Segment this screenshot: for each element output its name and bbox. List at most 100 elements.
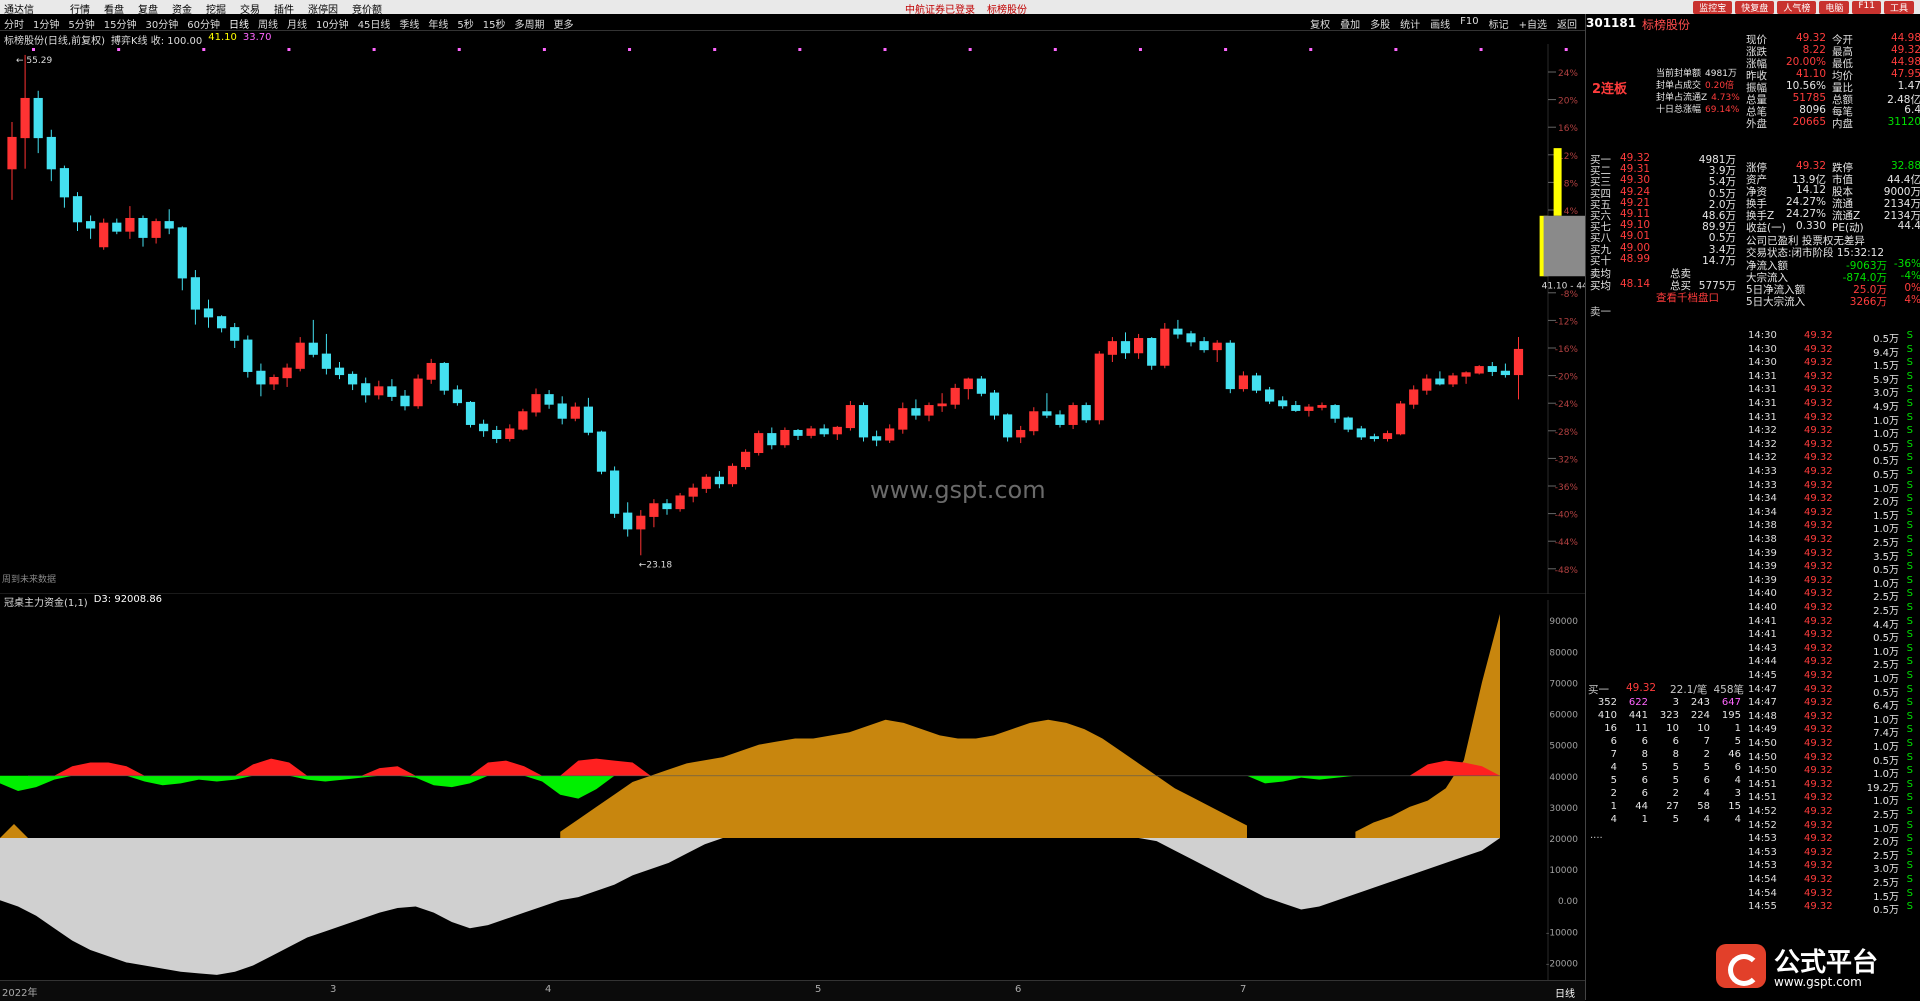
tick-price: 49.32 (1804, 846, 1833, 858)
flow-label: 5日大宗流入 (1746, 296, 1806, 308)
period-tab[interactable]: 多周期 (515, 16, 545, 31)
period-tab[interactable]: 60分钟 (187, 16, 220, 31)
candle-body (1173, 328, 1183, 335)
tick-price: 49.32 (1804, 574, 1833, 586)
indicator-axis-label: 90000 (1549, 617, 1578, 627)
top-tab[interactable]: 监控宝 (1693, 1, 1733, 14)
capital-flow-chart[interactable]: 90000 80000 70000 60000 50000 40000 30000 20000… (0, 600, 1585, 980)
tool-button[interactable]: 复权 (1310, 16, 1330, 31)
top-tab[interactable]: 人气榜 (1777, 1, 1817, 14)
period-tab[interactable]: 10分钟 (316, 16, 349, 31)
tick-time: 14:31 (1748, 370, 1777, 382)
tick-time: 14:53 (1748, 833, 1777, 845)
top-tab[interactable]: 快复盘 (1735, 1, 1775, 14)
period-tab[interactable]: 15秒 (483, 16, 506, 31)
tool-button[interactable]: F10 (1460, 16, 1478, 31)
fund-value: 44.4 (1897, 220, 1920, 232)
queue-cell: 10 (1697, 723, 1710, 734)
queue-header: 买一 49.32 22.1/笔 458笔 (1588, 682, 1744, 697)
tick-row: 14:49 49.32 7.4万 S (1746, 724, 1920, 739)
book-row[interactable]: 买八 49.01 0.5万 (1590, 230, 1736, 244)
view-full-book-link[interactable]: 查看千档盘口 (1656, 290, 1719, 305)
candlestick-chart[interactable]: 24%20%16%12%8%4%0%-4%-8%-12%-16%-20%-24%… (0, 44, 1585, 594)
queue-cell: 622 (1628, 697, 1648, 708)
queue-cell: 5 (1672, 775, 1679, 786)
period-tab[interactable]: 1分钟 (33, 16, 59, 31)
queue-cell: 6 (1641, 775, 1648, 786)
tick-price: 49.32 (1804, 901, 1833, 913)
tick-side: S (1906, 534, 1913, 545)
tick-price: 49.32 (1804, 384, 1833, 396)
tool-button[interactable]: +自选 (1519, 16, 1547, 31)
top-tab[interactable]: F11 (1852, 1, 1881, 14)
tool-button[interactable]: 多股 (1370, 16, 1390, 31)
book-row[interactable]: 买十 48.99 14.7万 (1590, 253, 1736, 267)
book-row[interactable]: 买九 49.00 3.4万 (1590, 242, 1736, 256)
tick-time: 14:33 (1748, 466, 1777, 477)
period-tab[interactable]: 45日线 (358, 16, 391, 31)
tool-button[interactable]: 标记 (1489, 16, 1509, 31)
period-tab[interactable]: 5分钟 (68, 16, 94, 31)
candle-body (321, 353, 331, 369)
period-tab[interactable]: 30分钟 (145, 16, 178, 31)
book-row[interactable]: 买四 49.24 0.5万 (1590, 186, 1736, 200)
tick-row: 14:31 49.32 3.0万 S (1746, 384, 1920, 399)
indicator-axis-label: 50000 (1549, 742, 1578, 752)
fund-value: 24.27% (1785, 196, 1826, 208)
tool-button[interactable]: 叠加 (1340, 16, 1360, 31)
tick-row: 14:40 49.32 2.5万 S (1746, 602, 1920, 617)
period-indicator[interactable]: 日线 (1555, 985, 1575, 1000)
signal-dot (883, 48, 887, 51)
tick-time: 14:51 (1748, 792, 1777, 804)
flow-row: 5日大宗流入 3266万 4% (1746, 294, 1920, 309)
tick-side: S (1906, 466, 1913, 477)
tick-price: 49.32 (1804, 506, 1833, 518)
book-row[interactable]: 买二 49.31 3.9万 (1590, 163, 1736, 177)
period-tab[interactable]: 15分钟 (104, 16, 137, 31)
period-tab[interactable]: 季线 (399, 16, 419, 31)
stock-name[interactable]: 标榜股份 (1642, 16, 1690, 33)
tick-time: 14:55 (1748, 901, 1777, 913)
queue-cell: 10 (1666, 723, 1679, 734)
tool-button[interactable]: 画线 (1430, 16, 1450, 31)
signal-dot (372, 48, 376, 51)
tick-side: S (1906, 874, 1913, 885)
tick-time: 14:54 (1748, 874, 1777, 885)
queue-row: 2 6 2 4 3 (1586, 787, 1741, 800)
book-row[interactable]: 买六 49.11 48.6万 (1590, 208, 1736, 222)
candle-body (1238, 375, 1249, 390)
candle-body (1068, 405, 1078, 425)
book-row[interactable]: 买五 49.21 2.0万 (1590, 197, 1736, 211)
candle-body (1461, 372, 1471, 377)
tool-button[interactable]: 返回 (1557, 16, 1577, 31)
period-tab[interactable]: 5秒 (457, 16, 473, 31)
queue-cell: 8 (1641, 749, 1648, 760)
tool-button[interactable]: 统计 (1400, 16, 1420, 31)
candle-body (426, 362, 436, 380)
top-tab[interactable]: 电脑 (1819, 1, 1850, 14)
tick-side: S (1906, 574, 1913, 586)
tick-time: 14:40 (1748, 602, 1777, 613)
tick-time: 14:50 (1748, 738, 1777, 749)
period-tab[interactable]: 周线 (258, 16, 278, 31)
book-row[interactable]: 买三 49.30 5.4万 (1590, 174, 1736, 188)
candle-body (832, 426, 842, 435)
period-tab[interactable]: 年线 (428, 16, 448, 31)
candle-body (1186, 333, 1196, 343)
tick-price: 49.32 (1804, 642, 1833, 654)
stat-value: 44.98 (1890, 32, 1920, 44)
period-tab[interactable]: 日线 (229, 16, 249, 31)
period-tab[interactable]: 更多 (554, 16, 574, 31)
tick-price: 49.32 (1804, 547, 1833, 559)
top-tab[interactable]: 工具 (1883, 1, 1914, 14)
period-tab[interactable]: 月线 (287, 16, 307, 31)
candle-body (937, 403, 947, 407)
book-row[interactable]: 买七 49.10 89.9万 (1590, 219, 1736, 233)
percent-axis-label: 20% (1558, 97, 1578, 107)
queue-label: 买一 (1588, 684, 1609, 696)
candle-body (544, 394, 554, 405)
book-price: 49.11 (1620, 208, 1651, 220)
period-tab[interactable]: 分时 (4, 16, 24, 31)
book-row[interactable]: 买一 49.32 4981万 (1590, 152, 1736, 166)
tick-time: 14:31 (1748, 411, 1777, 423)
